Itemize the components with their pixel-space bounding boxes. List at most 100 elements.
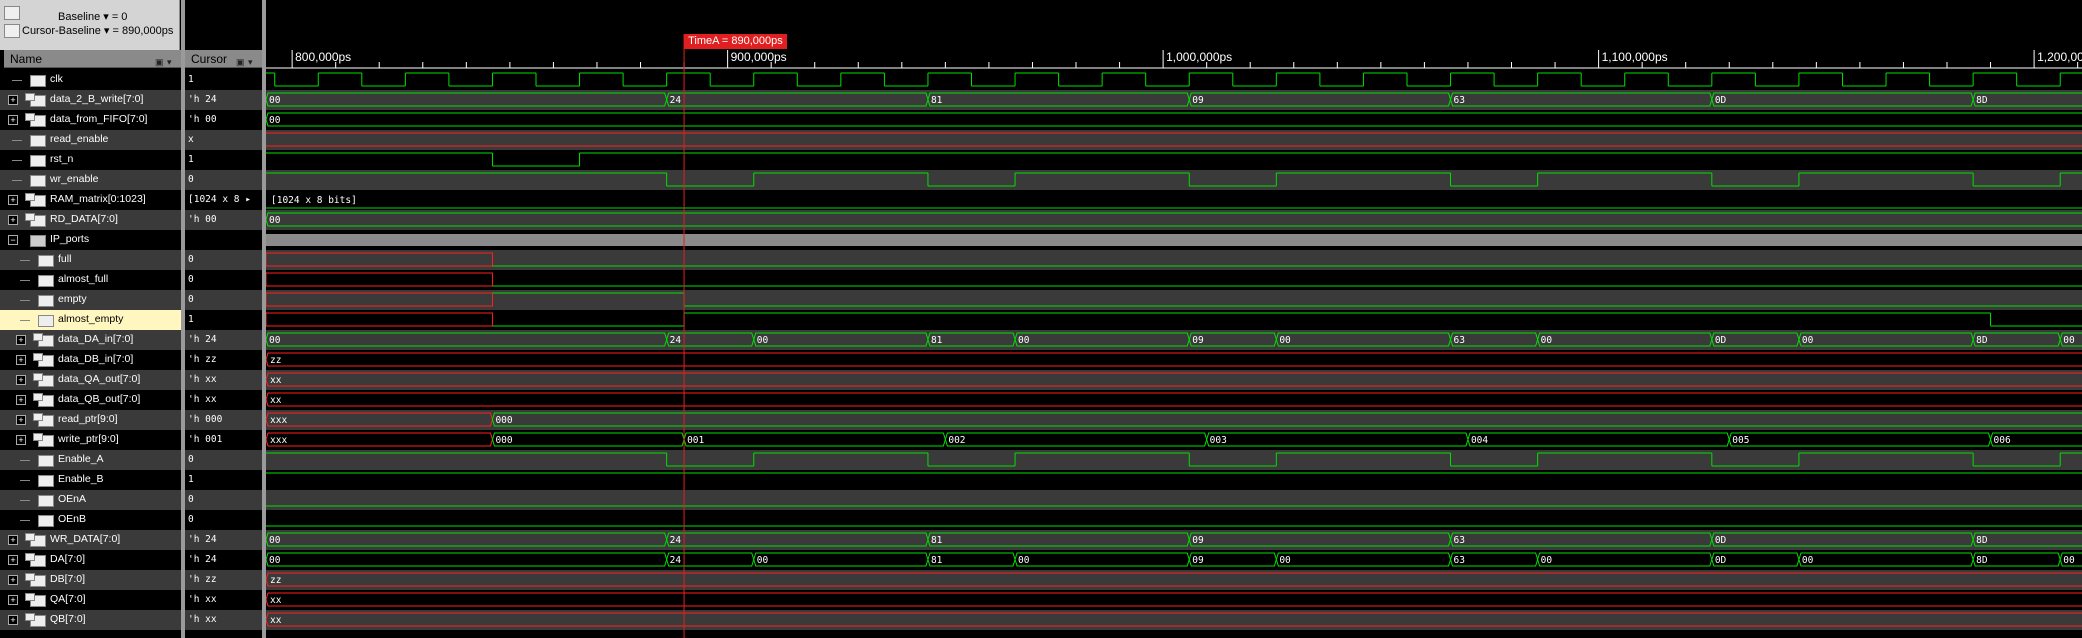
- cursor-value-row[interactable]: 'h 001: [185, 430, 262, 450]
- expand-icon[interactable]: +: [8, 555, 18, 565]
- expand-icon[interactable]: +: [8, 615, 18, 625]
- cursor-column-options-icon[interactable]: ▣ ▾: [236, 53, 258, 67]
- cursor-value-row[interactable]: 0: [185, 290, 262, 310]
- cursor-value-row[interactable]: 'h xx: [185, 590, 262, 610]
- signal-row-rd-data[interactable]: + RD_DATA[7:0]: [0, 210, 181, 230]
- signal-row-wr-data[interactable]: + WR_DATA[7:0]: [0, 530, 181, 550]
- collapse-icon[interactable]: −: [8, 235, 18, 245]
- signal-row-enable-b[interactable]: Enable_B: [0, 470, 181, 490]
- signal-row-almost-full[interactable]: almost_full: [0, 270, 181, 290]
- expand-icon[interactable]: +: [8, 575, 18, 585]
- cursor-value-row[interactable]: 0: [185, 490, 262, 510]
- cursor-value: 'h xx: [188, 614, 217, 625]
- cursor-value: 0: [188, 274, 194, 285]
- signal-icon: [30, 155, 46, 167]
- waveform-canvas[interactable]: 800,000ps 900,000ps 1,000,000ps 1,100,000ps…: [266, 0, 2082, 638]
- timeA-marker-label[interactable]: TimeA = 890,000ps: [684, 34, 787, 49]
- baseline-toggle-button[interactable]: [4, 6, 20, 20]
- bus-value-label: 00: [1018, 335, 1030, 346]
- cursor-value-row[interactable]: 0: [185, 510, 262, 530]
- signal-row-full[interactable]: full: [0, 250, 181, 270]
- cursor-value-row[interactable]: 'h 24: [185, 90, 262, 110]
- signal-row-write-ptr[interactable]: + write_ptr[9:0]: [0, 430, 181, 450]
- expand-icon[interactable]: +: [8, 195, 18, 205]
- signal-row-oena[interactable]: OEnA: [0, 490, 181, 510]
- cursor-value-row[interactable]: 0: [185, 450, 262, 470]
- cursor-column-header[interactable]: Cursor ▣ ▾: [185, 50, 262, 68]
- expand-icon[interactable]: +: [16, 355, 26, 365]
- signal-row-read-ptr[interactable]: + read_ptr[9:0]: [0, 410, 181, 430]
- signal-row-clk[interactable]: clk: [0, 70, 181, 90]
- cursor-value-row[interactable]: 'h 24: [185, 330, 262, 350]
- signal-name: Enable_B: [58, 473, 104, 485]
- group-folder-icon: [30, 235, 46, 247]
- signal-row-enable-a[interactable]: Enable_A: [0, 450, 181, 470]
- signal-row-data-2-b-write[interactable]: + data_2_B_write[7:0]: [0, 90, 181, 110]
- cursor-value-row[interactable]: 0: [185, 250, 262, 270]
- cursor-baseline-toggle-button[interactable]: [4, 24, 20, 38]
- cursor-value-row[interactable]: 'h xx: [185, 390, 262, 410]
- signal-row-read-enable[interactable]: read_enable: [0, 130, 181, 150]
- bus-value-label: 8D: [1976, 335, 1988, 346]
- signal-row-ip-ports[interactable]: − IP_ports: [0, 230, 181, 250]
- signal-row-da[interactable]: + DA[7:0]: [0, 550, 181, 570]
- signal-row-almost-empty[interactable]: almost_empty: [0, 310, 181, 330]
- cursor-value-row[interactable]: 1: [185, 470, 262, 490]
- bus-signal-icon: [33, 393, 54, 407]
- signal-row-data-qb-out[interactable]: + data_QB_out[7:0]: [0, 390, 181, 410]
- cursor-value-row[interactable]: 1: [185, 310, 262, 330]
- cursor-value-row[interactable]: 'h 00: [185, 110, 262, 130]
- cursor-value-row[interactable]: 'h 00: [185, 210, 262, 230]
- cursor-value-row[interactable]: 1: [185, 150, 262, 170]
- cursor-value-row[interactable]: [185, 230, 262, 250]
- expand-icon[interactable]: +: [16, 435, 26, 445]
- signal-row-empty[interactable]: empty: [0, 290, 181, 310]
- expand-icon[interactable]: +: [8, 115, 18, 125]
- cursor-value: 'h 001: [188, 434, 223, 445]
- name-column-header[interactable]: Name ▣ ▾: [4, 50, 181, 68]
- cursor-baseline-readout[interactable]: Cursor-Baseline ▾ = 890,000ps: [22, 24, 173, 37]
- expand-icon[interactable]: +: [8, 535, 18, 545]
- expand-icon[interactable]: +: [16, 395, 26, 405]
- expand-icon[interactable]: +: [8, 215, 18, 225]
- cursor-value-row[interactable]: [1024 x 8 ▸: [185, 190, 262, 210]
- bus-value-label: 63: [1454, 335, 1465, 346]
- bus-signal-icon: [33, 433, 54, 447]
- expand-icon[interactable]: +: [8, 595, 18, 605]
- cursor-value-row[interactable]: 1: [185, 70, 262, 90]
- bus-value-label: 00: [1018, 555, 1030, 566]
- bus-value-label: 00: [1802, 335, 1814, 346]
- cursor-value-column: Cursor ▣ ▾ 1 'h 24 'h 00 x 1 0 [1024 x 8 ▸ 'h 00…: [185, 50, 262, 638]
- expand-icon[interactable]: +: [16, 375, 26, 385]
- signal-row-data-qa-out[interactable]: + data_QA_out[7:0]: [0, 370, 181, 390]
- signal-row-rst-n[interactable]: rst_n: [0, 150, 181, 170]
- tree-connector: [20, 280, 30, 281]
- signal-row-wr-enable[interactable]: wr_enable: [0, 170, 181, 190]
- cursor-value-row[interactable]: 'h xx: [185, 370, 262, 390]
- signal-row-ram-matrix[interactable]: + RAM_matrix[0:1023]: [0, 190, 181, 210]
- cursor-value-row[interactable]: 0: [185, 270, 262, 290]
- expand-icon[interactable]: +: [8, 95, 18, 105]
- signal-row-data-from-fifo[interactable]: + data_from_FIFO[7:0]: [0, 110, 181, 130]
- signal-row-db[interactable]: + DB[7:0]: [0, 570, 181, 590]
- baseline-readout[interactable]: Baseline ▾ = 0: [58, 10, 127, 23]
- column-splitter[interactable]: [181, 0, 185, 638]
- signal-row-oenb[interactable]: OEnB: [0, 510, 181, 530]
- signal-row-data-db-in[interactable]: + data_DB_in[7:0]: [0, 350, 181, 370]
- expand-icon[interactable]: +: [16, 335, 26, 345]
- waveform-area[interactable]: 800,000ps 900,000ps 1,000,000ps 1,100,000ps…: [266, 0, 2082, 638]
- signal-row-data-da-in[interactable]: + data_DA_in[7:0]: [0, 330, 181, 350]
- cursor-value-row[interactable]: 'h 24: [185, 550, 262, 570]
- signal-row-qa[interactable]: + QA[7:0]: [0, 590, 181, 610]
- cursor-value-row[interactable]: 0: [185, 170, 262, 190]
- column-options-icon[interactable]: ▣ ▾: [155, 53, 177, 67]
- cursor-value-row[interactable]: 'h xx: [185, 610, 262, 630]
- expand-icon[interactable]: +: [16, 415, 26, 425]
- signal-row-qb[interactable]: + QB[7:0]: [0, 610, 181, 630]
- cursor-value-row[interactable]: 'h zz: [185, 350, 262, 370]
- cursor-value-row[interactable]: x: [185, 130, 262, 150]
- bus-value-label: 00: [1279, 555, 1291, 566]
- cursor-value-row[interactable]: 'h 24: [185, 530, 262, 550]
- cursor-value-row[interactable]: 'h zz: [185, 570, 262, 590]
- cursor-value-row[interactable]: 'h 000: [185, 410, 262, 430]
